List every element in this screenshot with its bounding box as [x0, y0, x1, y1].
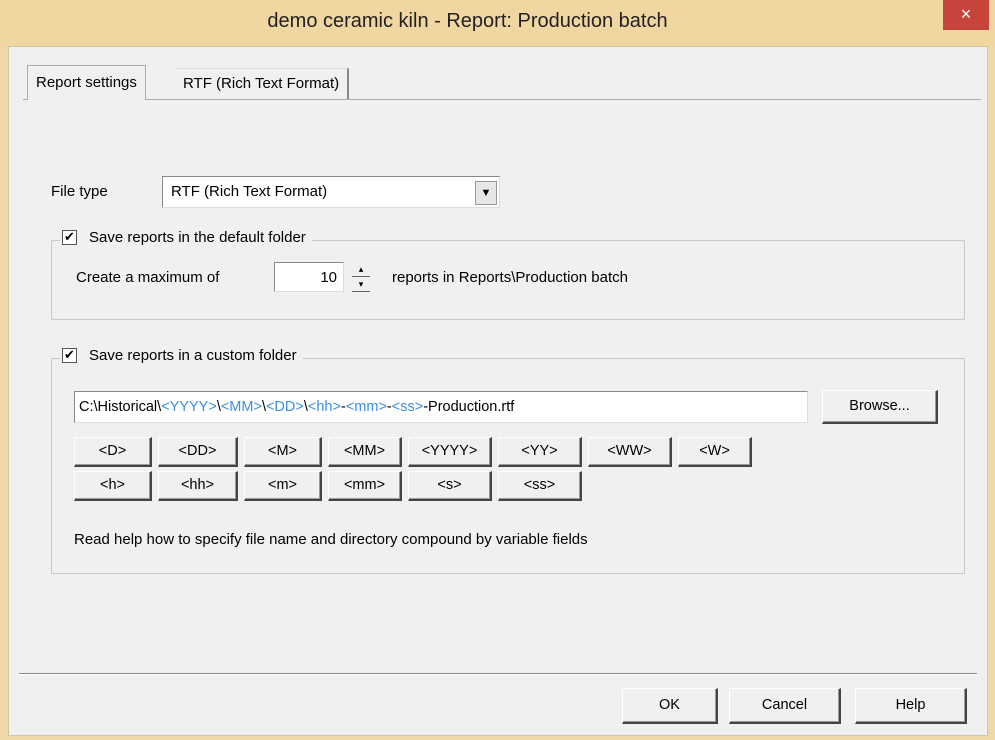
browse-button[interactable]: Browse...	[822, 390, 938, 424]
report-settings-panel: File type RTF (Rich Text Format) ▼ ✔ Sav…	[23, 99, 981, 680]
window-title: demo ceramic kiln - Report: Production b…	[267, 10, 668, 32]
ok-button[interactable]: OK	[622, 688, 718, 724]
default-folder-legend: ✔ Save reports in the default folder	[60, 229, 312, 246]
path-variable-segment: <YYYY>	[161, 399, 217, 415]
path-variable-segment: <ss>	[391, 399, 424, 415]
variable-button-yy[interactable]: <YY>	[498, 437, 582, 467]
max-reports-spinner[interactable]: ▴ ▾	[352, 262, 370, 292]
tab-rtf[interactable]: RTF (Rich Text Format)	[175, 68, 350, 99]
max-suffix-label: reports in Reports\Production batch	[392, 269, 628, 286]
file-type-label: File type	[51, 183, 108, 200]
variable-help-text: Read help how to specify file name and d…	[74, 531, 588, 548]
custom-folder-legend: ✔ Save reports in a custom folder	[60, 347, 303, 364]
custom-folder-group: ✔ Save reports in a custom folder C:\His…	[51, 347, 965, 574]
variable-button-yyyy[interactable]: <YYYY>	[408, 437, 492, 467]
max-prefix-label: Create a maximum of	[76, 269, 220, 286]
file-type-value: RTF (Rich Text Format)	[171, 183, 328, 200]
chevron-down-icon[interactable]: ▼	[475, 181, 497, 205]
path-text-segment: -Production.rtf	[423, 399, 515, 415]
spin-down-icon[interactable]: ▾	[352, 277, 370, 292]
custom-path-input[interactable]: C:\Historical\<YYYY>\<MM>\<DD>\<hh>-<mm>…	[74, 391, 808, 423]
variable-button-w[interactable]: <W>	[678, 437, 752, 467]
dialog-window: demo ceramic kiln - Report: Production b…	[0, 0, 995, 740]
custom-folder-checkbox[interactable]: ✔	[62, 348, 77, 363]
dialog-client: Report settings RTF (Rich Text Format) F…	[8, 46, 988, 736]
variable-button-mm[interactable]: <MM>	[328, 437, 402, 467]
close-icon: ×	[960, 4, 972, 24]
variable-button-mm[interactable]: <mm>	[328, 471, 402, 501]
spin-up-icon[interactable]: ▴	[352, 262, 370, 277]
default-folder-checkbox-label: Save reports in the default folder	[89, 229, 306, 246]
custom-folder-checkbox-label: Save reports in a custom folder	[89, 347, 297, 364]
default-folder-group: ✔ Save reports in the default folder Cre…	[51, 229, 965, 320]
tab-report-settings[interactable]: Report settings	[27, 65, 146, 100]
default-folder-checkbox[interactable]: ✔	[62, 230, 77, 245]
close-button[interactable]: ×	[943, 0, 989, 30]
help-button[interactable]: Help	[855, 688, 967, 724]
path-variable-segment: <MM>	[220, 399, 262, 415]
path-text-segment: C:\Historical\	[79, 399, 162, 415]
variable-button-h[interactable]: <h>	[74, 471, 152, 501]
variable-button-ss[interactable]: <ss>	[498, 471, 582, 501]
file-type-select[interactable]: RTF (Rich Text Format) ▼	[162, 176, 500, 208]
footer-separator	[19, 673, 977, 675]
title-bar[interactable]: demo ceramic kiln - Report: Production b…	[0, 0, 995, 46]
variable-button-m[interactable]: <M>	[244, 437, 322, 467]
cancel-button[interactable]: Cancel	[729, 688, 841, 724]
path-variable-segment: <hh>	[307, 399, 341, 415]
variable-button-m[interactable]: <m>	[244, 471, 322, 501]
path-variable-segment: <mm>	[345, 399, 387, 415]
path-variable-segment: <DD>	[265, 399, 304, 415]
variable-button-s[interactable]: <s>	[408, 471, 492, 501]
variable-button-ww[interactable]: <WW>	[588, 437, 672, 467]
variable-button-hh[interactable]: <hh>	[158, 471, 238, 501]
variable-button-dd[interactable]: <DD>	[158, 437, 238, 467]
variable-button-d[interactable]: <D>	[74, 437, 152, 467]
max-reports-input[interactable]: 10	[274, 262, 344, 292]
